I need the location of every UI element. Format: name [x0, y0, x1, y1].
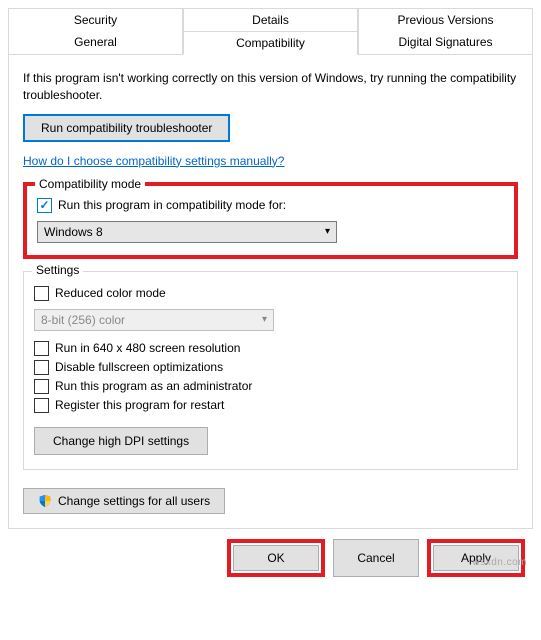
- res640-label: Run in 640 x 480 screen resolution: [55, 341, 240, 355]
- compat-mode-select[interactable]: Windows 8 ▾: [37, 221, 337, 243]
- run-as-admin-label: Run this program as an administrator: [55, 379, 252, 393]
- change-dpi-button[interactable]: Change high DPI settings: [34, 427, 208, 455]
- settings-legend: Settings: [32, 263, 83, 277]
- color-mode-select: 8-bit (256) color ▾: [34, 309, 274, 331]
- properties-dialog: Security Details Previous Versions Gener…: [0, 8, 541, 587]
- ok-highlight: OK: [227, 539, 325, 577]
- register-restart-label: Register this program for restart: [55, 398, 224, 412]
- res640-checkbox[interactable]: [34, 341, 49, 356]
- color-mode-value: 8-bit (256) color: [41, 313, 125, 327]
- tab-compatibility[interactable]: Compatibility: [183, 31, 358, 55]
- compat-mode-checkbox[interactable]: [37, 198, 52, 213]
- change-all-users-label: Change settings for all users: [58, 494, 210, 508]
- compatibility-mode-legend: Compatibility mode: [35, 177, 145, 191]
- reduced-color-label: Reduced color mode: [55, 286, 166, 300]
- disable-fullscreen-label: Disable fullscreen optimizations: [55, 360, 223, 374]
- cancel-button[interactable]: Cancel: [333, 539, 419, 577]
- tab-general[interactable]: General: [8, 31, 183, 55]
- ok-button[interactable]: OK: [233, 545, 319, 571]
- tab-digital-signatures[interactable]: Digital Signatures: [358, 31, 533, 55]
- tab-details[interactable]: Details: [183, 8, 358, 31]
- run-troubleshooter-button[interactable]: Run compatibility troubleshooter: [23, 114, 230, 142]
- change-all-users-button[interactable]: Change settings for all users: [23, 488, 225, 514]
- tab-content: If this program isn't working correctly …: [8, 54, 533, 529]
- shield-icon: [38, 494, 52, 508]
- reduced-color-checkbox[interactable]: [34, 286, 49, 301]
- compatibility-mode-group: Compatibility mode Run this program in c…: [23, 182, 518, 259]
- dialog-footer: OK Cancel Apply: [8, 529, 533, 587]
- tabs-row-1: Security Details Previous Versions: [8, 8, 533, 31]
- register-restart-checkbox[interactable]: [34, 398, 49, 413]
- help-link[interactable]: How do I choose compatibility settings m…: [23, 154, 284, 168]
- tabs-row-2: General Compatibility Digital Signatures: [8, 31, 533, 55]
- chevron-down-icon: ▾: [262, 314, 267, 325]
- tab-security[interactable]: Security: [8, 8, 183, 31]
- run-as-admin-checkbox[interactable]: [34, 379, 49, 394]
- watermark: wsxdn.com: [472, 557, 527, 568]
- compat-mode-label: Run this program in compatibility mode f…: [58, 198, 286, 212]
- compat-mode-select-value: Windows 8: [44, 225, 103, 239]
- disable-fullscreen-checkbox[interactable]: [34, 360, 49, 375]
- intro-text: If this program isn't working correctly …: [23, 70, 518, 104]
- tab-previous-versions[interactable]: Previous Versions: [358, 8, 533, 31]
- chevron-down-icon: ▾: [325, 226, 330, 237]
- settings-group: Settings Reduced color mode 8-bit (256) …: [23, 271, 518, 470]
